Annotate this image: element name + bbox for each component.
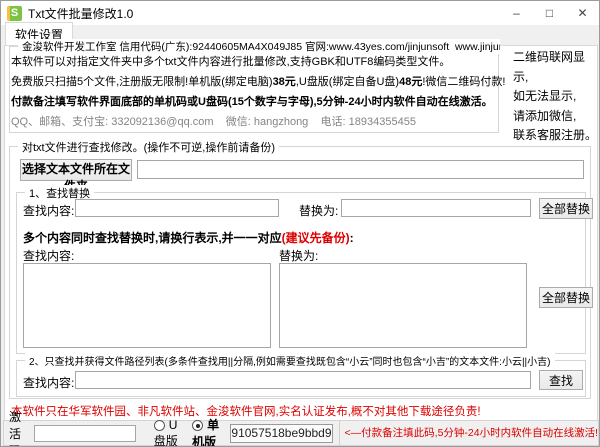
multi-replace-label: 替换为: xyxy=(279,249,319,263)
footer-payment-note: <—付款备注填此码,5分钟-24小时内软件自动在线激活! xyxy=(338,421,598,445)
app-icon: S xyxy=(7,5,22,21)
price-standalone: 38元 xyxy=(272,76,296,88)
disclaimer-text: 本软件只在华军软件园、非凡软件站、金浚软件官网,实名认证发布,概不对其他下载途径… xyxy=(11,406,481,418)
usb-radio-icon xyxy=(153,419,165,431)
info-line-2: 免费版只扫描5个文件,注册版无限制!单机版(绑定电脑)38元,U盘版(绑定自备U… xyxy=(11,73,505,89)
price-usb: 48元 xyxy=(399,76,423,88)
machine-radio-icon xyxy=(192,420,204,431)
search-input[interactable] xyxy=(75,371,531,389)
machine-version-radio[interactable]: 单机版 xyxy=(192,416,220,446)
contact-line: QQ、邮箱、支付宝: 332092136@qq.com 微信: hangzhon… xyxy=(11,116,416,128)
maximize-icon[interactable]: □ xyxy=(533,1,566,25)
multi-find-label: 查找内容: xyxy=(23,249,75,263)
info-line-1: 本软件可以对指定文件夹中多个txt文件内容进行批量修改,支持GBK和UTF8编码… xyxy=(11,56,451,68)
close-icon[interactable]: ✕ xyxy=(566,1,599,25)
search-button[interactable]: 查找 xyxy=(539,370,583,390)
multi-replace-note: 多个内容同时查找替换时,请换行表示,并一一对应(建议先备份): xyxy=(23,229,354,246)
minimize-icon[interactable]: – xyxy=(500,1,533,25)
qr-hint-line: 请添加微信, xyxy=(513,108,577,123)
info-line-2e: !微信二维码付款! xyxy=(422,76,506,88)
activation-code-input[interactable] xyxy=(33,424,136,442)
folder-path-input[interactable] xyxy=(137,160,584,179)
edit-legend: 对txt文件进行查找修改。(操作不可逆,操作前请备份) xyxy=(18,139,279,155)
qr-hint-line: 如无法显示, xyxy=(513,89,577,103)
search-groupbox: 2、只查找并获得文件路径列表(多条件查找用||分隔,例如需要查找既包含“小云”同… xyxy=(16,353,586,397)
activation-code-label: 激活码: xyxy=(9,409,24,447)
backup-warning: (建议先备份) xyxy=(281,231,350,245)
window-controls: – □ ✕ xyxy=(500,1,599,25)
multi-replace-note-text: 多个内容同时查找替换时,请换行表示,并一一对应 xyxy=(23,231,282,245)
machine-code-box[interactable]: 91057518be9bbd9 xyxy=(230,423,333,443)
multi-find-textarea[interactable] xyxy=(23,263,271,348)
replace-input[interactable] xyxy=(341,199,531,217)
info-line-2c: ,U盘版(绑定自备U盘) xyxy=(295,76,400,88)
find-label: 查找内容: xyxy=(23,204,75,218)
replace-groupbox: 1、查找替换 查找内容: 替换为: 全部替换 多个内容同时查找替换时,请换行表示… xyxy=(16,185,593,354)
replace-all-button-2[interactable]: 全部替换 xyxy=(539,287,593,308)
info-legend: 金浚软件开发工作室 信用代码(广东):92440605MA4X049J85 官网… xyxy=(18,39,500,54)
usb-version-radio[interactable]: U盘版 xyxy=(153,418,180,446)
replace-all-button[interactable]: 全部替换 xyxy=(539,198,593,219)
title-bar: S Txt文件批量修改1.0 – □ ✕ xyxy=(1,1,599,25)
qr-hint-line: 联系客服注册。 xyxy=(513,128,598,142)
multi-replace-textarea[interactable] xyxy=(279,263,527,348)
replace-with-label: 替换为: xyxy=(299,204,339,218)
choose-folder-button[interactable]: 选择文本文件所在文件夹 xyxy=(20,159,132,193)
qr-hint-line: 二维码联网显示, xyxy=(513,50,586,84)
find-input[interactable] xyxy=(75,199,279,217)
edit-groupbox: 对txt文件进行查找修改。(操作不可逆,操作前请备份) 选择文本文件所在文件夹 … xyxy=(9,139,593,399)
info-line-2a: 免费版只扫描5个文件,注册版无限制!单机版(绑定电脑) xyxy=(11,76,273,88)
search-find-label: 查找内容: xyxy=(23,376,75,390)
info-line-3: 付款备注填写软件界面底部的单机码或U盘码(15个数字与字母),5分钟-24小时内… xyxy=(11,96,493,108)
search-legend: 2、只查找并获得文件路径列表(多条件查找用||分隔,例如需要查找既包含“小云”同… xyxy=(25,353,555,368)
window-title: Txt文件批量修改1.0 xyxy=(28,6,134,21)
app-window: S Txt文件批量修改1.0 – □ ✕ 软件设置 金浚软件开发工作室 信用代码… xyxy=(0,0,600,447)
footer-bar: 激活码: U盘版 单机版 91057518be9bbd9 <—付款备注填此码,5… xyxy=(3,410,599,446)
multi-replace-note-colon: : xyxy=(349,231,354,245)
qr-hint-panel: 二维码联网显示, 如无法显示, 请添加微信, 联系客服注册。 xyxy=(513,48,599,146)
